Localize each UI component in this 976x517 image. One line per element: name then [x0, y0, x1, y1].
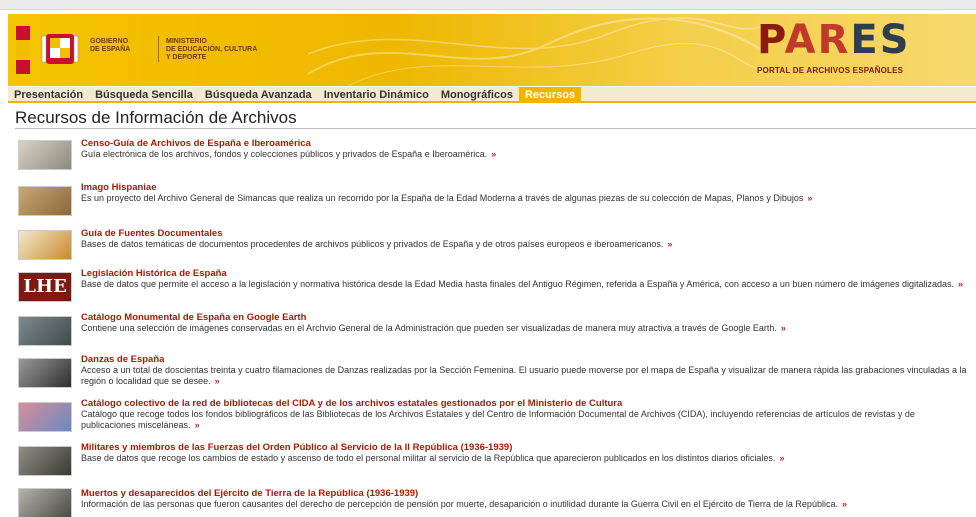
- resource-title-link[interactable]: Catálogo colectivo de la red de bibliote…: [81, 398, 971, 409]
- header-banner: GOBIERNO DE ESPAÑA MINISTERIO DE EDUCACI…: [8, 14, 976, 86]
- resource-text: Catálogo Monumental de España en Google …: [81, 312, 971, 334]
- more-arrow-icon[interactable]: »: [667, 239, 672, 249]
- lhe-logo-text: LHE: [23, 276, 67, 297]
- nav-item-busqueda-avanzada[interactable]: Búsqueda Avanzada: [199, 87, 318, 103]
- more-arrow-icon[interactable]: »: [195, 420, 200, 430]
- gov-line-1: GOBIERNO: [90, 38, 129, 45]
- more-arrow-icon[interactable]: »: [807, 193, 812, 203]
- resource-text: Militares y miembros de las Fuerzas del …: [81, 442, 971, 464]
- resource-text: Danzas de España Acceso a un total de dos…: [81, 354, 971, 387]
- nav-item-recursos[interactable]: Recursos: [518, 87, 582, 103]
- title-divider: [15, 128, 976, 129]
- resource-text: Imago Hispaniae Es un proyecto del Archiv…: [81, 182, 971, 204]
- lhe-logo-thumbnail[interactable]: LHE: [18, 272, 72, 302]
- resource-description: Base de datos que permite el acceso a la…: [81, 279, 955, 289]
- resource-text: Legislación Histórica de España Base de d…: [81, 268, 971, 290]
- more-arrow-icon[interactable]: »: [779, 453, 784, 463]
- spain-flag-icon: [16, 26, 30, 74]
- resource-title-link[interactable]: Militares y miembros de las Fuerzas del …: [81, 442, 971, 453]
- resource-text: Guía de Fuentes Documentales Bases de dat…: [81, 228, 971, 250]
- resource-title-link[interactable]: Danzas de España: [81, 354, 971, 365]
- resource-description: Es un proyecto del Archivo General de Si…: [81, 193, 804, 203]
- imago-hispaniae-thumbnail[interactable]: [18, 186, 72, 216]
- resource-description: Catálogo que recoge todos los fondos bib…: [81, 409, 915, 430]
- militares-photo-thumbnail[interactable]: [18, 446, 72, 476]
- resource-title-link[interactable]: Censo-Guía de Archivos de España e Ibero…: [81, 138, 971, 149]
- pares-logo[interactable]: PARES PORTAL DE ARCHIVOS ESPAÑOLES: [757, 20, 962, 80]
- government-branding[interactable]: GOBIERNO DE ESPAÑA MINISTERIO DE EDUCACI…: [16, 26, 276, 74]
- resource-description: Bases de datos temáticas de documentos p…: [81, 239, 664, 249]
- resource-description: Base de datos que recoge los cambios de …: [81, 453, 776, 463]
- resource-description: Acceso a un total de doscientas treinta …: [81, 365, 967, 386]
- nav-item-inventario-dinamico[interactable]: Inventario Dinámico: [318, 87, 435, 103]
- ministry-line-1: MINISTERIO: [166, 38, 207, 45]
- nav-item-busqueda-sencilla[interactable]: Búsqueda Sencilla: [89, 87, 199, 103]
- ministry-line-3: Y DEPORTE: [166, 54, 207, 61]
- resource-title-link[interactable]: Guía de Fuentes Documentales: [81, 228, 971, 239]
- resource-title-link[interactable]: Muertos y desaparecidos del Ejército de …: [81, 488, 971, 499]
- more-arrow-icon[interactable]: »: [958, 279, 963, 289]
- nav-item-presentacion[interactable]: Presentación: [8, 87, 89, 103]
- pares-subtitle: PORTAL DE ARCHIVOS ESPAÑOLES: [757, 66, 904, 75]
- guia-fuentes-thumbnail[interactable]: [18, 230, 72, 260]
- browser-top-strip: [0, 0, 976, 10]
- ministry-line-2: DE EDUCACIÓN, CULTURA: [166, 46, 258, 53]
- resource-text: Catálogo colectivo de la red de bibliote…: [81, 398, 971, 431]
- monumento-photo-thumbnail[interactable]: [18, 316, 72, 346]
- nav-item-monograficos[interactable]: Monográficos: [435, 87, 519, 103]
- decorative-map-background: [308, 17, 768, 86]
- pares-wordmark: PARES: [757, 17, 911, 63]
- main-nav: Presentación Búsqueda Sencilla Búsqueda Av…: [8, 87, 976, 103]
- censo-guia-thumbnail[interactable]: [18, 140, 72, 170]
- government-label: GOBIERNO DE ESPAÑA: [90, 38, 130, 54]
- gov-line-2: DE ESPAÑA: [90, 46, 131, 53]
- ministry-label: MINISTERIO DE EDUCACIÓN, CULTURA Y DEPOR…: [166, 38, 257, 62]
- more-arrow-icon[interactable]: »: [215, 376, 220, 386]
- resource-description: Contiene una selección de imágenes conse…: [81, 323, 777, 333]
- branding-divider: [158, 36, 159, 62]
- coat-of-arms-icon: [41, 34, 79, 64]
- danzas-photo-thumbnail[interactable]: [18, 358, 72, 388]
- resource-description: Guía electrónica de los archivos, fondos…: [81, 149, 488, 159]
- resource-title-link[interactable]: Imago Hispaniae: [81, 182, 971, 193]
- resource-text: Muertos y desaparecidos del Ejército de …: [81, 488, 971, 510]
- more-arrow-icon[interactable]: »: [491, 149, 496, 159]
- page-title: Recursos de Información de Archivos: [15, 108, 297, 127]
- resource-title-link[interactable]: Legislación Histórica de España: [81, 268, 971, 279]
- resource-description: Información de las personas que fueron c…: [81, 499, 838, 509]
- resource-title-link[interactable]: Catálogo Monumental de España en Google …: [81, 312, 971, 323]
- resource-text: Censo-Guía de Archivos de España e Ibero…: [81, 138, 971, 160]
- muertos-photo-thumbnail[interactable]: [18, 488, 72, 517]
- more-arrow-icon[interactable]: »: [842, 499, 847, 509]
- catalogo-colectivo-thumbnail[interactable]: [18, 402, 72, 432]
- more-arrow-icon[interactable]: »: [781, 323, 786, 333]
